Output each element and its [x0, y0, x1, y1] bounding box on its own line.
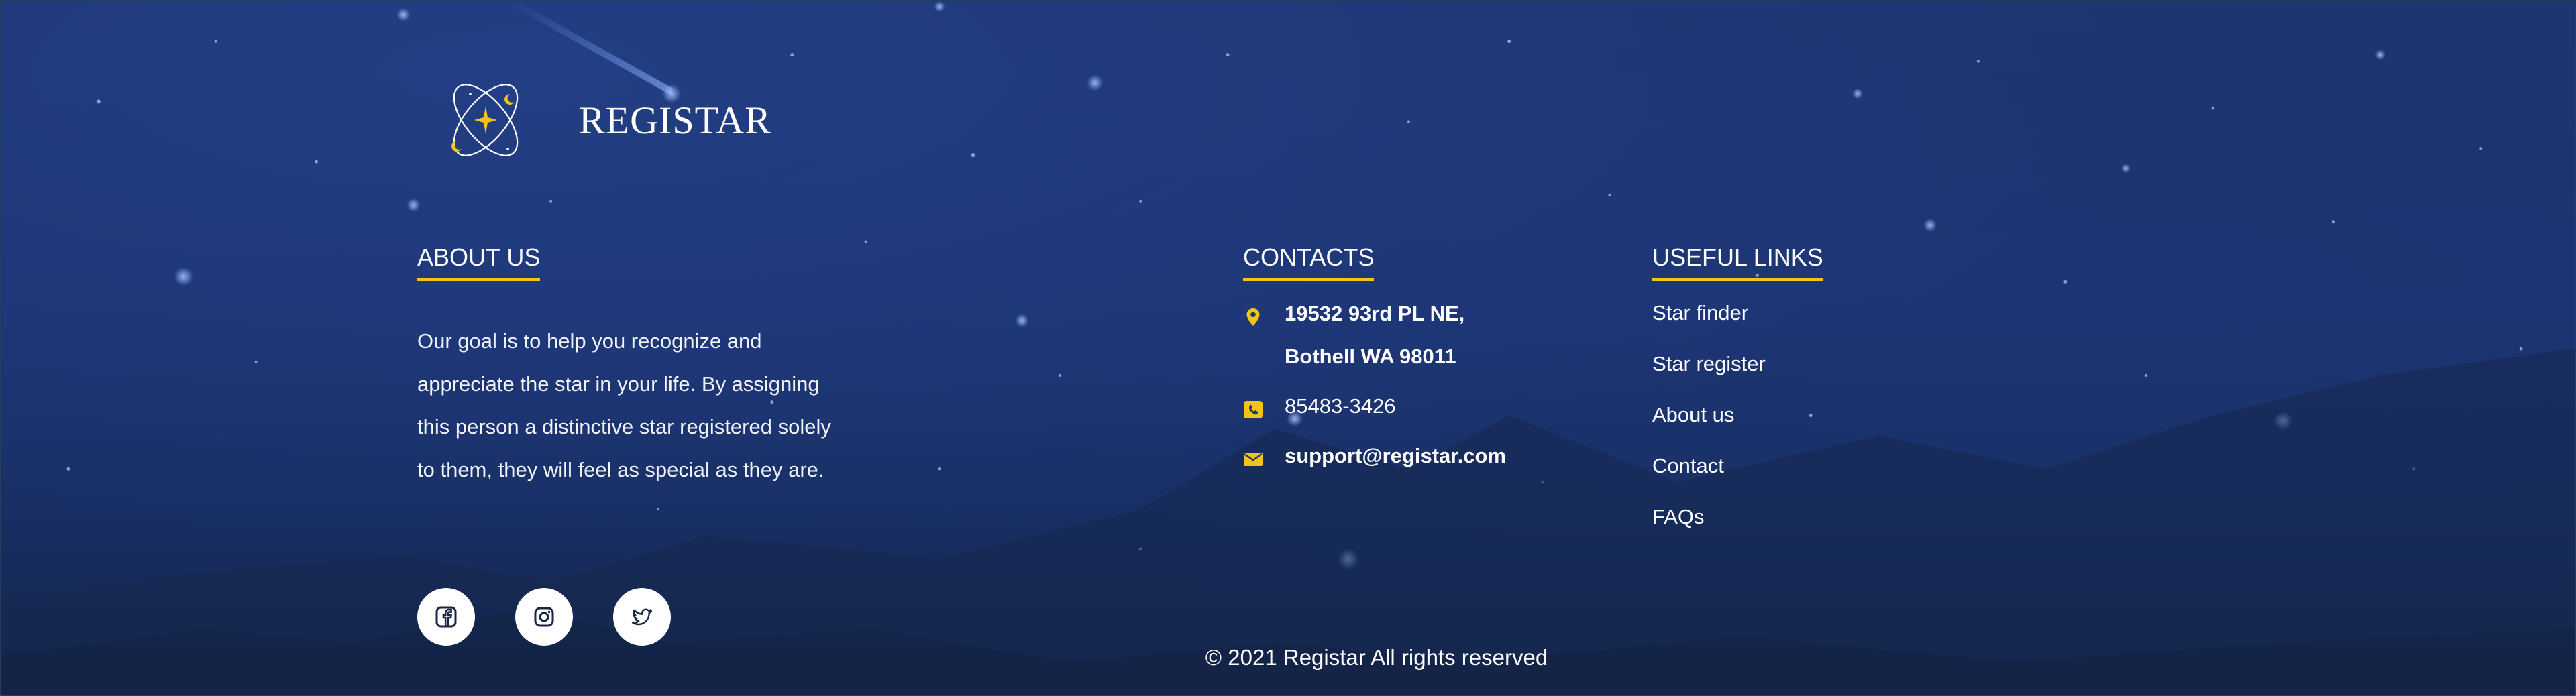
address-row: 19532 93rd PL NE, Bothell WA 98011	[1243, 302, 1464, 378]
link-star-finder[interactable]: Star finder	[1652, 301, 1748, 325]
link-about-us[interactable]: About us	[1652, 403, 1734, 427]
email-icon	[1243, 449, 1263, 469]
phone-row: 85483-3426	[1243, 394, 1396, 428]
brand-name: REGISTAR	[579, 98, 771, 142]
phone-icon	[1243, 400, 1263, 420]
contacts-title: CONTACTS	[1243, 243, 1375, 282]
address-text: 19532 93rd PL NE, Bothell WA 98011	[1285, 292, 1464, 378]
about-us-title: ABOUT US	[417, 243, 541, 282]
email-row: support@registar.com	[1243, 444, 1506, 477]
twitter-button[interactable]	[613, 588, 671, 646]
twitter-icon	[631, 608, 653, 626]
instagram-button[interactable]	[515, 588, 573, 646]
email-link[interactable]: support@registar.com	[1285, 434, 1506, 477]
copyright-text: © 2021 Registar All rights reserved	[1205, 645, 1548, 670]
link-contact[interactable]: Contact	[1652, 454, 1724, 478]
instagram-icon	[534, 607, 554, 627]
site-footer: REGISTAR ABOUT US Our goal is to help yo…	[0, 0, 2576, 696]
phone-text[interactable]: 85483-3426	[1285, 385, 1396, 428]
about-us-text: Our goal is to help you recognize and ap…	[417, 329, 831, 481]
location-pin-icon	[1243, 307, 1263, 327]
facebook-icon	[435, 606, 457, 628]
address-line-1: 19532 93rd PL NE,	[1285, 302, 1465, 325]
useful-links-title: USEFUL LINKS	[1652, 243, 1823, 282]
social-links	[417, 588, 671, 646]
brand-logo[interactable]: REGISTAR	[441, 75, 771, 165]
link-star-register[interactable]: Star register	[1652, 352, 1766, 376]
address-line-2: Bothell WA 98011	[1285, 345, 1456, 368]
orbit-star-logo-icon	[441, 75, 531, 165]
facebook-button[interactable]	[417, 588, 475, 646]
link-faqs[interactable]: FAQs	[1652, 505, 1705, 529]
